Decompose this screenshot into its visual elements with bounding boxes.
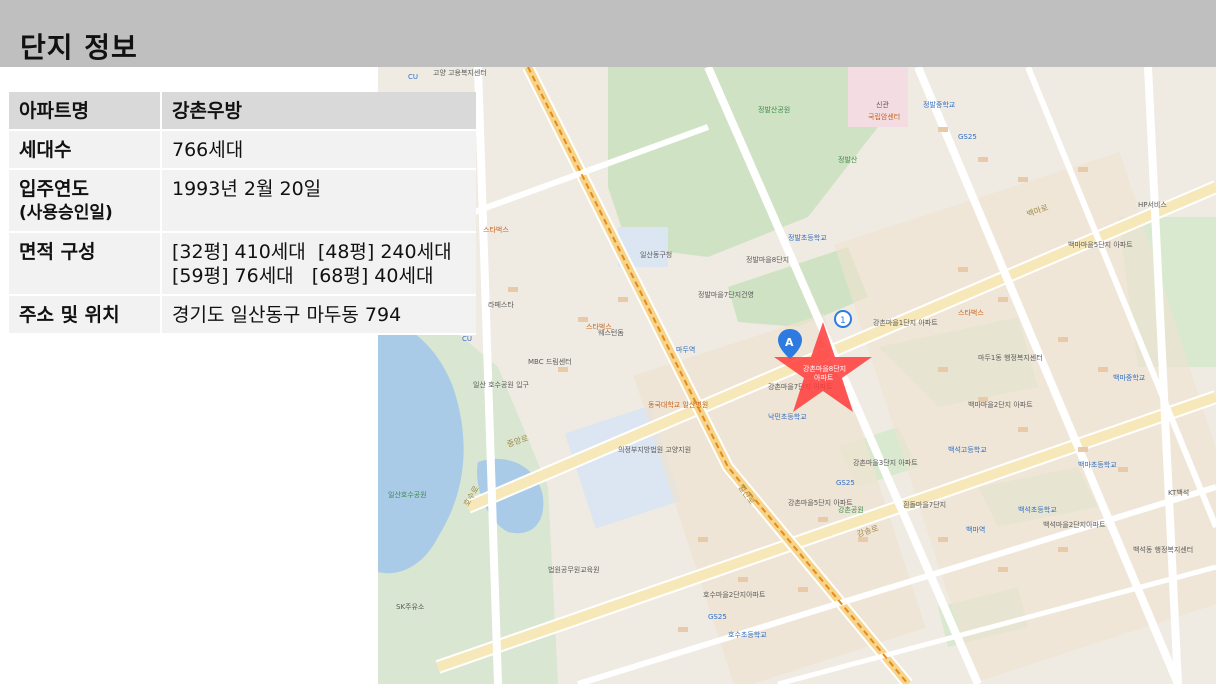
row-key: 입주연도 (사용승인일) [9, 169, 162, 233]
map-label: 백석고등학교 [948, 445, 987, 454]
map-label: HP서비스 [1138, 200, 1167, 209]
map-canvas: 신관 국립암센터 정발중학교 정발산공원 정발산 일산동구청 정발초등학교 마두… [378, 67, 1216, 684]
marker-a-label: A [785, 336, 794, 349]
map-label: GS25 [958, 133, 977, 141]
header-bar: 단지 정보 [0, 0, 1216, 67]
row-value: 1993년 2월 20일 [161, 169, 476, 233]
map-label: MBC 드림센터 [528, 357, 572, 366]
map-label: 스타벅스 [483, 225, 509, 234]
map-label: 호수마을2단지아파트 [703, 590, 766, 599]
table-row: 세대수 766세대 [9, 130, 476, 170]
map-label: 정발산 [838, 155, 858, 164]
map-label: 백석동 행정복지센터 [1133, 545, 1193, 554]
map-label: 마두역 [676, 345, 695, 354]
row-key: 면적 구성 [9, 232, 162, 296]
row-key-line: (사용승인일) [19, 203, 113, 223]
row-value-line: [32평] 410세대 [48평] 240세대 [172, 241, 452, 263]
map-label: 스타벅스 [586, 322, 612, 331]
map-label: 백석마을2단지아파트 [1043, 520, 1106, 529]
target-label-line2: 아파트 [814, 373, 834, 382]
map-label: 낙민초등학교 [768, 412, 807, 421]
row-value: [32평] 410세대 [48평] 240세대 [59평] 76세대 [68평]… [161, 232, 476, 296]
map-label: 동국대학교 일산병원 [648, 400, 708, 409]
map-label: 라페스타 [488, 300, 514, 309]
map-label: 정발초등학교 [788, 233, 827, 242]
table-row: 주소 및 위치 경기도 일산동구 마두동 794 [9, 295, 476, 335]
table-row: 입주연도 (사용승인일) 1993년 2월 20일 [9, 169, 476, 233]
map-label: 고양 고용복지센터 [433, 68, 487, 77]
map-label: 정발산공원 [758, 105, 790, 114]
map-label: CU [462, 335, 472, 343]
table-row: 면적 구성 [32평] 410세대 [48평] 240세대 [59평] 76세대… [9, 232, 476, 296]
row-value: 경기도 일산동구 마두동 794 [161, 295, 476, 335]
table-row: 아파트명 강촌우방 [9, 92, 476, 131]
map-label: 강촌마을3단지 아파트 [853, 458, 918, 467]
map-label: 강촌마을5단지 아파트 [788, 498, 853, 507]
row-key-line: 입주연도 [19, 178, 89, 200]
page-title: 단지 정보 [20, 31, 138, 64]
map-label: 일산호수공원 [388, 490, 427, 499]
row-key: 주소 및 위치 [9, 295, 162, 335]
map-label: 일산동구청 [640, 250, 672, 259]
row-value-line: [59평] 76세대 [68평] 40세대 [172, 265, 434, 287]
row-value: 766세대 [161, 130, 476, 170]
map-label: 백석초등학교 [1018, 505, 1057, 514]
map-label: 일산 호수공원 입구 [473, 380, 530, 389]
map-label: 백마마을5단지 아파트 [1068, 240, 1133, 249]
map-label: GS25 [836, 479, 855, 487]
map-label: 법원공무원교육원 [548, 565, 600, 574]
row-key: 아파트명 [9, 92, 162, 131]
map-label: 의정부지방법원 고양지원 [618, 445, 691, 454]
target-label-line1: 강촌마을8단지 [803, 364, 846, 373]
map-label: 정발중학교 [923, 100, 956, 109]
map-label: 백마마을2단지 아파트 [968, 400, 1033, 409]
map-label: 정발마을7단지건영 [698, 290, 754, 299]
map-label: SK주유소 [396, 603, 425, 611]
map-label: 마두1동 행정복지센터 [978, 353, 1043, 362]
map-label: 신관 [876, 100, 889, 109]
map-label: 흰돌마을7단지 [903, 500, 946, 509]
complex-info-table: 아파트명 강촌우방 세대수 766세대 입주연도 (사용승인일) 1993년 2… [9, 92, 476, 335]
map-label: KT백석 [1168, 488, 1189, 497]
map-view[interactable]: 신관 국립암센터 정발중학교 정발산공원 정발산 일산동구청 정발초등학교 마두… [378, 67, 1216, 684]
row-key: 세대수 [9, 130, 162, 170]
map-label: 스타벅스 [958, 308, 984, 317]
map-label: 정발마을8단지 [746, 255, 789, 264]
map-label: 백마초등학교 [1078, 460, 1117, 469]
marker-1-label: 1 [840, 316, 846, 326]
map-label: 호수초등학교 [728, 630, 767, 639]
map-label: CU [408, 73, 418, 81]
numbered-marker-icon[interactable]: 1 [834, 310, 852, 328]
map-label: 백마중학교 [1113, 373, 1146, 382]
map-label: 백마역 [966, 525, 985, 534]
map-label: 국립암센터 [868, 112, 900, 121]
map-label: 강촌마을1단지 아파트 [873, 318, 938, 327]
row-value: 강촌우방 [161, 92, 476, 131]
map-label: GS25 [708, 613, 727, 621]
